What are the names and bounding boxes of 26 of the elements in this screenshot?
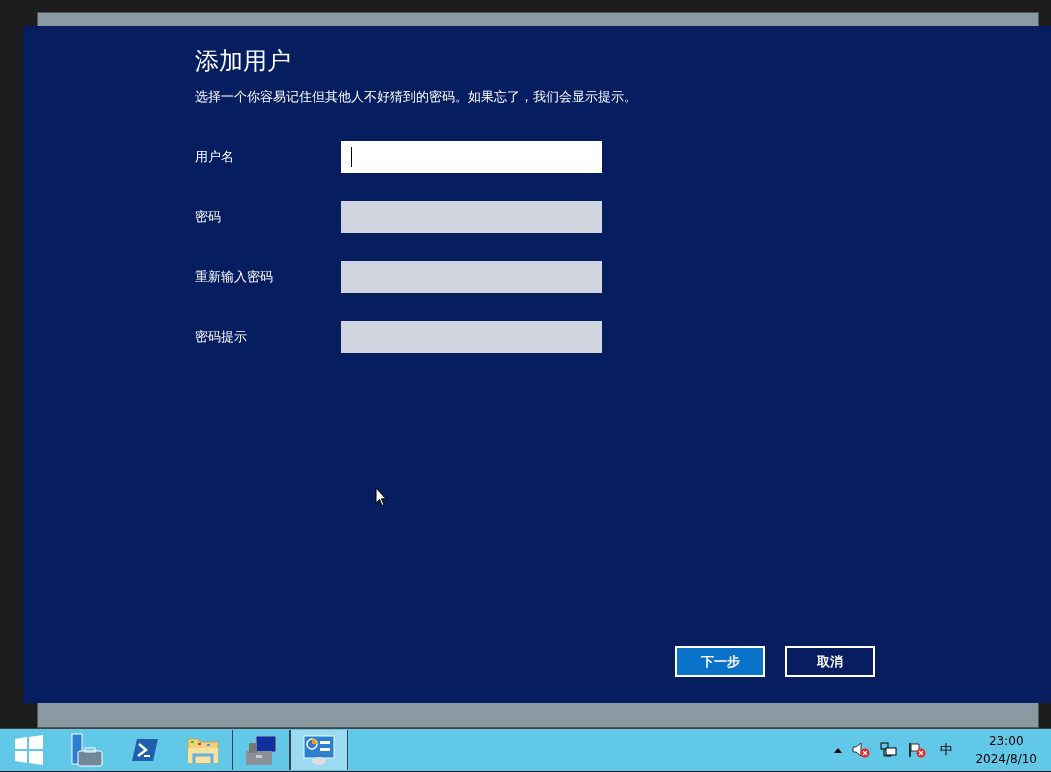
dialog-title: 添加用户 xyxy=(195,46,292,76)
field-label: 重新输入密码 xyxy=(195,268,274,286)
next-button[interactable]: 下一步 xyxy=(675,646,765,677)
clock-time[interactable]: 23:00 xyxy=(988,732,1024,750)
flag-error-icon[interactable] xyxy=(908,742,927,758)
control-panel-icon xyxy=(302,734,336,766)
windows-logo-icon xyxy=(14,735,44,765)
taskbar-button[interactable] xyxy=(232,730,290,770)
field-label: 密码 xyxy=(195,208,222,226)
input-field[interactable] xyxy=(341,141,602,173)
mouse-pointer-icon xyxy=(375,487,387,507)
server-toolbox-icon xyxy=(70,733,104,767)
field-label: 用户名 xyxy=(195,148,235,166)
cancel-button[interactable]: 取消 xyxy=(785,646,875,677)
network-icon[interactable] xyxy=(880,742,899,758)
computer-toolbox-icon xyxy=(244,733,278,767)
folder-icon xyxy=(186,735,220,765)
text-caret xyxy=(351,147,352,167)
taskbar-button[interactable] xyxy=(290,730,348,770)
input-method-indicator[interactable]: 中 xyxy=(940,741,954,759)
dialog-subtitle: 选择一个你容易记住但其他人不好猜到的密码。如果忘了，我们会显示提示。 xyxy=(195,88,638,106)
clock-date[interactable]: 2024/8/10 xyxy=(975,750,1037,768)
field-label: 密码提示 xyxy=(195,328,248,346)
terminal-icon xyxy=(131,736,159,764)
speaker-muted-icon[interactable] xyxy=(852,742,871,758)
show-hidden-icons-icon[interactable] xyxy=(834,747,843,753)
